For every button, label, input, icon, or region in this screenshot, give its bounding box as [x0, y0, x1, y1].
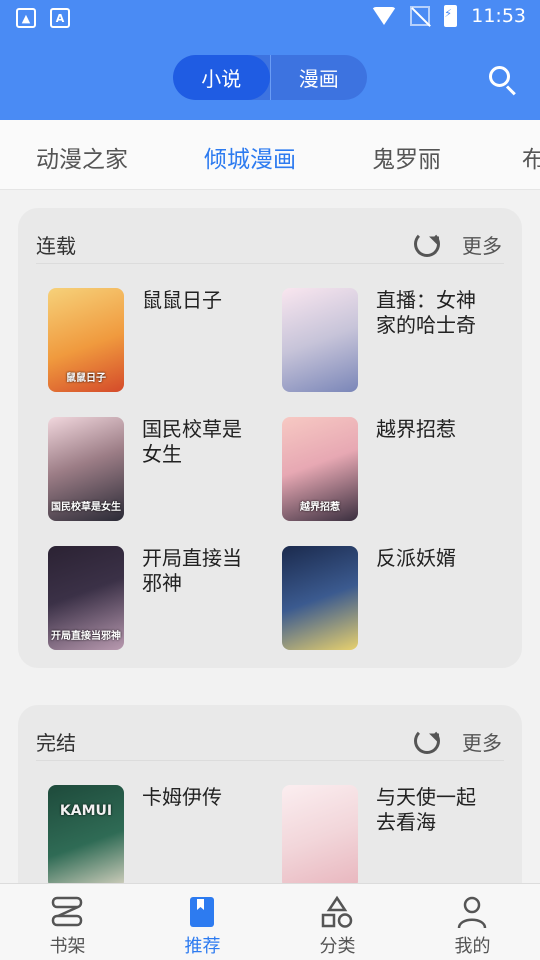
comic-cover[interactable]: [282, 785, 358, 889]
app-bar: ▲ A 11:53 小说 漫画: [0, 0, 540, 120]
comic-cover[interactable]: KAMUI: [48, 785, 124, 889]
more-button[interactable]: 更多: [462, 230, 502, 259]
tab-dongmanzhijia[interactable]: 动漫之家: [36, 140, 128, 174]
section-title: 完结: [36, 731, 76, 755]
search-icon[interactable]: [489, 66, 517, 96]
comic-item[interactable]: 越界招惹 越界招惹: [270, 417, 500, 527]
comic-item[interactable]: 与天使一起去看海: [270, 785, 500, 895]
comic-item[interactable]: KAMUI 卡姆伊传: [36, 785, 266, 895]
image-icon: ▲: [16, 8, 36, 28]
refresh-icon[interactable]: [414, 231, 440, 257]
segment-novel[interactable]: 小说: [173, 55, 270, 100]
comic-item[interactable]: 反派妖婿: [270, 546, 500, 656]
comic-item[interactable]: 直播：女神家的哈士奇: [270, 288, 500, 398]
comic-cover[interactable]: 国民校草是女生: [48, 417, 124, 521]
comic-cover[interactable]: [282, 546, 358, 650]
section-title: 连载: [36, 234, 76, 258]
comic-item[interactable]: 鼠鼠日子 鼠鼠日子: [36, 288, 266, 398]
comic-item[interactable]: 开局直接当邪神 开局直接当邪神: [36, 546, 266, 656]
section-serializing: 连载 更多 鼠鼠日子 鼠鼠日子 直播：女神家的哈士奇 国民校草是女生 国民校草是…: [18, 208, 522, 668]
battery-charging-icon: [444, 5, 458, 27]
segment-comic[interactable]: 漫画: [271, 55, 368, 100]
bookshelf-icon: [51, 896, 83, 927]
nav-mine[interactable]: 我的: [405, 884, 540, 960]
comic-title: 鼠鼠日子: [142, 288, 222, 312]
tab-guiluoli[interactable]: 鬼罗丽: [372, 140, 441, 174]
comic-cover[interactable]: 开局直接当邪神: [48, 546, 124, 650]
nav-recommend[interactable]: 推荐: [135, 884, 270, 960]
tab-qingchengmanhua[interactable]: 倾城漫画: [204, 140, 296, 174]
comic-item[interactable]: 国民校草是女生 国民校草是女生: [36, 417, 266, 527]
person-icon: [457, 896, 487, 929]
bottom-navigation: 书架 推荐 分类 我的: [0, 883, 540, 960]
nav-bookshelf[interactable]: 书架: [0, 884, 135, 960]
nav-label: 推荐: [184, 936, 221, 957]
content-type-toggle: 小说 漫画: [173, 55, 367, 100]
section-completed: 完结 更多 KAMUI 卡姆伊传 与天使一起去看海: [18, 705, 522, 905]
comic-cover[interactable]: 鼠鼠日子: [48, 288, 124, 392]
nav-label: 分类: [319, 936, 356, 957]
comic-cover[interactable]: 越界招惹: [282, 417, 358, 521]
section-header: 连载 更多: [36, 228, 504, 264]
more-button[interactable]: 更多: [462, 727, 502, 756]
nav-label: 我的: [454, 936, 491, 957]
comic-title: 国民校草是女生: [142, 417, 242, 466]
status-bar: ▲ A 11:53: [0, 0, 540, 38]
bookmark-icon: [190, 897, 214, 927]
wifi-icon: [372, 7, 397, 25]
status-time: 11:53: [471, 5, 526, 27]
no-signal-icon: [410, 6, 431, 26]
comic-title: 越界招惹: [376, 417, 456, 441]
nav-category[interactable]: 分类: [270, 884, 405, 960]
a-icon: A: [50, 8, 70, 28]
comic-title: 直播：女神家的哈士奇: [376, 288, 476, 337]
refresh-icon[interactable]: [414, 728, 440, 754]
tab-bu[interactable]: 布: [522, 140, 540, 174]
source-tab-bar: 动漫之家 倾城漫画 鬼罗丽 布: [0, 120, 540, 190]
comic-title: 卡姆伊传: [142, 785, 222, 809]
comic-title: 反派妖婿: [376, 546, 456, 570]
nav-label: 书架: [49, 936, 86, 957]
comic-title: 开局直接当邪神: [142, 546, 242, 595]
category-icon: [321, 895, 353, 928]
comic-cover[interactable]: [282, 288, 358, 392]
comic-title: 与天使一起去看海: [376, 785, 476, 834]
section-header: 完结 更多: [36, 725, 504, 761]
